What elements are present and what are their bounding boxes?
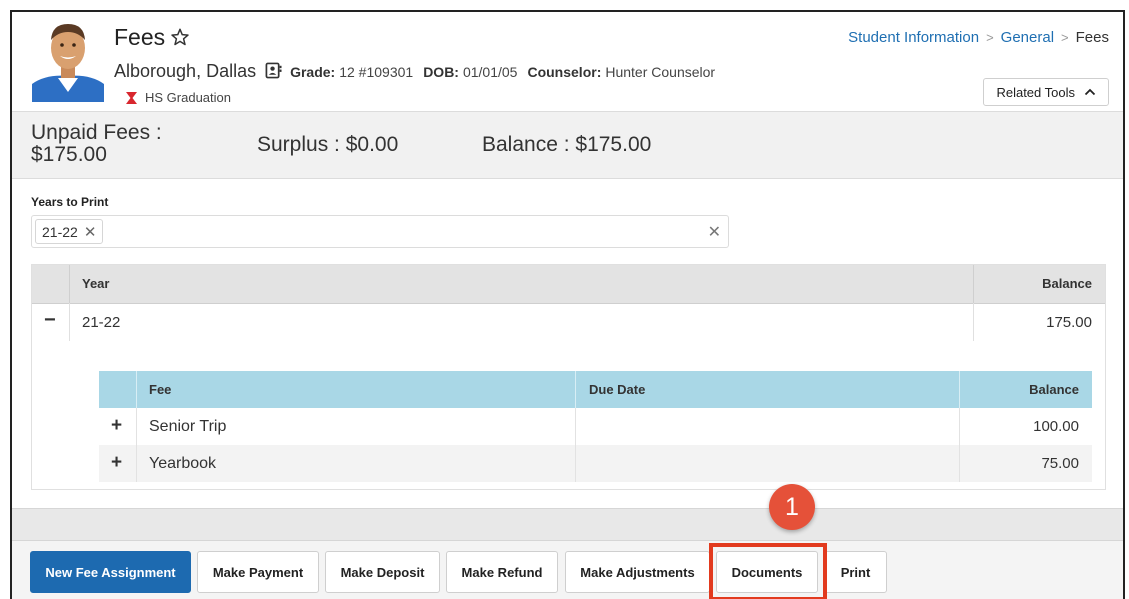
related-tools-button[interactable]: Related Tools: [983, 78, 1109, 106]
unpaid-fees-value: $175.00: [31, 143, 107, 166]
footer-spacer: [12, 508, 1123, 541]
dob-value: 01/01/05: [462, 63, 518, 80]
column-divider: [136, 408, 137, 445]
student-avatar: [32, 18, 104, 102]
make-refund-button[interactable]: Make Refund: [446, 551, 558, 593]
unpaid-fees-summary: Unpaid Fees : $175.00: [31, 122, 162, 166]
column-divider: [959, 371, 960, 408]
expand-row-icon[interactable]: +: [111, 452, 122, 474]
column-divider: [575, 408, 576, 445]
counselor-value: Hunter Counselor: [605, 63, 716, 80]
make-payment-button[interactable]: Make Payment: [197, 551, 319, 593]
dob-label: DOB:: [423, 63, 459, 80]
expander-column-header: [99, 371, 137, 408]
breadcrumb-student-information[interactable]: Student Information: [848, 29, 979, 46]
expander-column-header: [32, 265, 70, 303]
student-info: Alborough, Dallas Grade: 12 #109301 DOB:…: [114, 61, 725, 82]
column-divider: [959, 408, 960, 445]
grade-value: 12 #109301: [339, 63, 414, 80]
fee-balance-cell: 100.00: [1033, 418, 1079, 435]
chevron-up-icon: [1084, 88, 1096, 96]
make-adjustments-button[interactable]: Make Adjustments: [565, 551, 710, 593]
expand-row-icon[interactable]: +: [111, 415, 122, 437]
balance-column-header[interactable]: Balance: [1042, 276, 1092, 291]
collapse-row-icon[interactable]: −: [44, 309, 56, 332]
fees-by-year-table: Year Balance − 21-22 175.00 Fee Due Date…: [31, 264, 1106, 490]
contact-card-icon[interactable]: [265, 62, 282, 79]
breadcrumb-separator-icon: >: [986, 30, 994, 45]
column-divider: [959, 445, 960, 482]
fee-column-header[interactable]: Fee: [149, 382, 171, 397]
detail-table-header: Fee Due Date Balance: [99, 371, 1092, 408]
step-callout-badge: 1: [769, 484, 815, 530]
breadcrumb-general[interactable]: General: [1001, 29, 1054, 46]
new-fee-assignment-button[interactable]: New Fee Assignment: [30, 551, 191, 593]
fee-name-cell: Senior Trip: [149, 418, 227, 435]
grade-label: Grade:: [290, 63, 336, 80]
year-row: − 21-22 175.00: [32, 303, 1105, 341]
year-column-header[interactable]: Year: [82, 276, 109, 291]
related-tools-label: Related Tools: [996, 84, 1075, 100]
fee-row: + Senior Trip 100.00: [99, 408, 1092, 445]
years-to-print-select[interactable]: 21-22 ✕ ✕: [31, 215, 729, 248]
column-divider: [136, 445, 137, 482]
favorite-star-icon[interactable]: [170, 27, 190, 47]
column-divider: [973, 265, 974, 303]
years-to-print-label: Years to Print: [31, 195, 109, 209]
breadcrumb: Student Information > General > Fees: [848, 29, 1109, 46]
table-header: Year Balance: [32, 265, 1105, 304]
column-divider: [69, 303, 70, 341]
balance-column-header[interactable]: Balance: [1029, 382, 1079, 397]
graduation-flag: HS Graduation: [126, 90, 231, 105]
column-divider: [575, 371, 576, 408]
unpaid-fees-label: Unpaid Fees :: [31, 121, 162, 144]
fee-row: + Yearbook 75.00: [99, 445, 1092, 482]
clear-selection-icon[interactable]: ✕: [708, 222, 721, 242]
student-name: Alborough, Dallas: [114, 61, 257, 81]
year-balance-cell: 175.00: [1046, 314, 1092, 331]
due-date-column-header[interactable]: Due Date: [589, 382, 645, 397]
counselor-label: Counselor:: [527, 63, 602, 80]
documents-highlight-box: [709, 543, 827, 599]
action-bar: New Fee Assignment Make Payment Make Dep…: [12, 540, 1123, 599]
surplus-summary: Surplus : $0.00: [257, 133, 399, 156]
balance-summary: Balance : $175.00: [482, 133, 652, 156]
fees-page: Fees Student Information > General > Fees Al…: [10, 10, 1125, 599]
remove-chip-icon[interactable]: ✕: [84, 223, 97, 241]
column-divider: [973, 303, 974, 341]
breadcrumb-separator-icon: >: [1061, 30, 1069, 45]
graduation-flag-icon: [126, 91, 137, 104]
year-cell: 21-22: [82, 314, 121, 331]
page-title: Fees: [114, 24, 166, 50]
year-chip: 21-22 ✕: [35, 219, 104, 244]
print-button[interactable]: Print: [824, 551, 887, 593]
fee-summary-bar: Unpaid Fees : $175.00 Surplus : $0.00 Ba…: [12, 111, 1123, 179]
fee-balance-cell: 75.00: [1041, 455, 1079, 472]
graduation-flag-label: HS Graduation: [145, 90, 231, 105]
column-divider: [575, 445, 576, 482]
fee-name-cell: Yearbook: [149, 455, 217, 472]
fee-detail-table: Fee Due Date Balance + Senior Trip 100.0…: [99, 371, 1092, 482]
breadcrumb-current: Fees: [1075, 29, 1109, 46]
make-deposit-button[interactable]: Make Deposit: [325, 551, 440, 593]
year-chip-label: 21-22: [42, 223, 78, 240]
